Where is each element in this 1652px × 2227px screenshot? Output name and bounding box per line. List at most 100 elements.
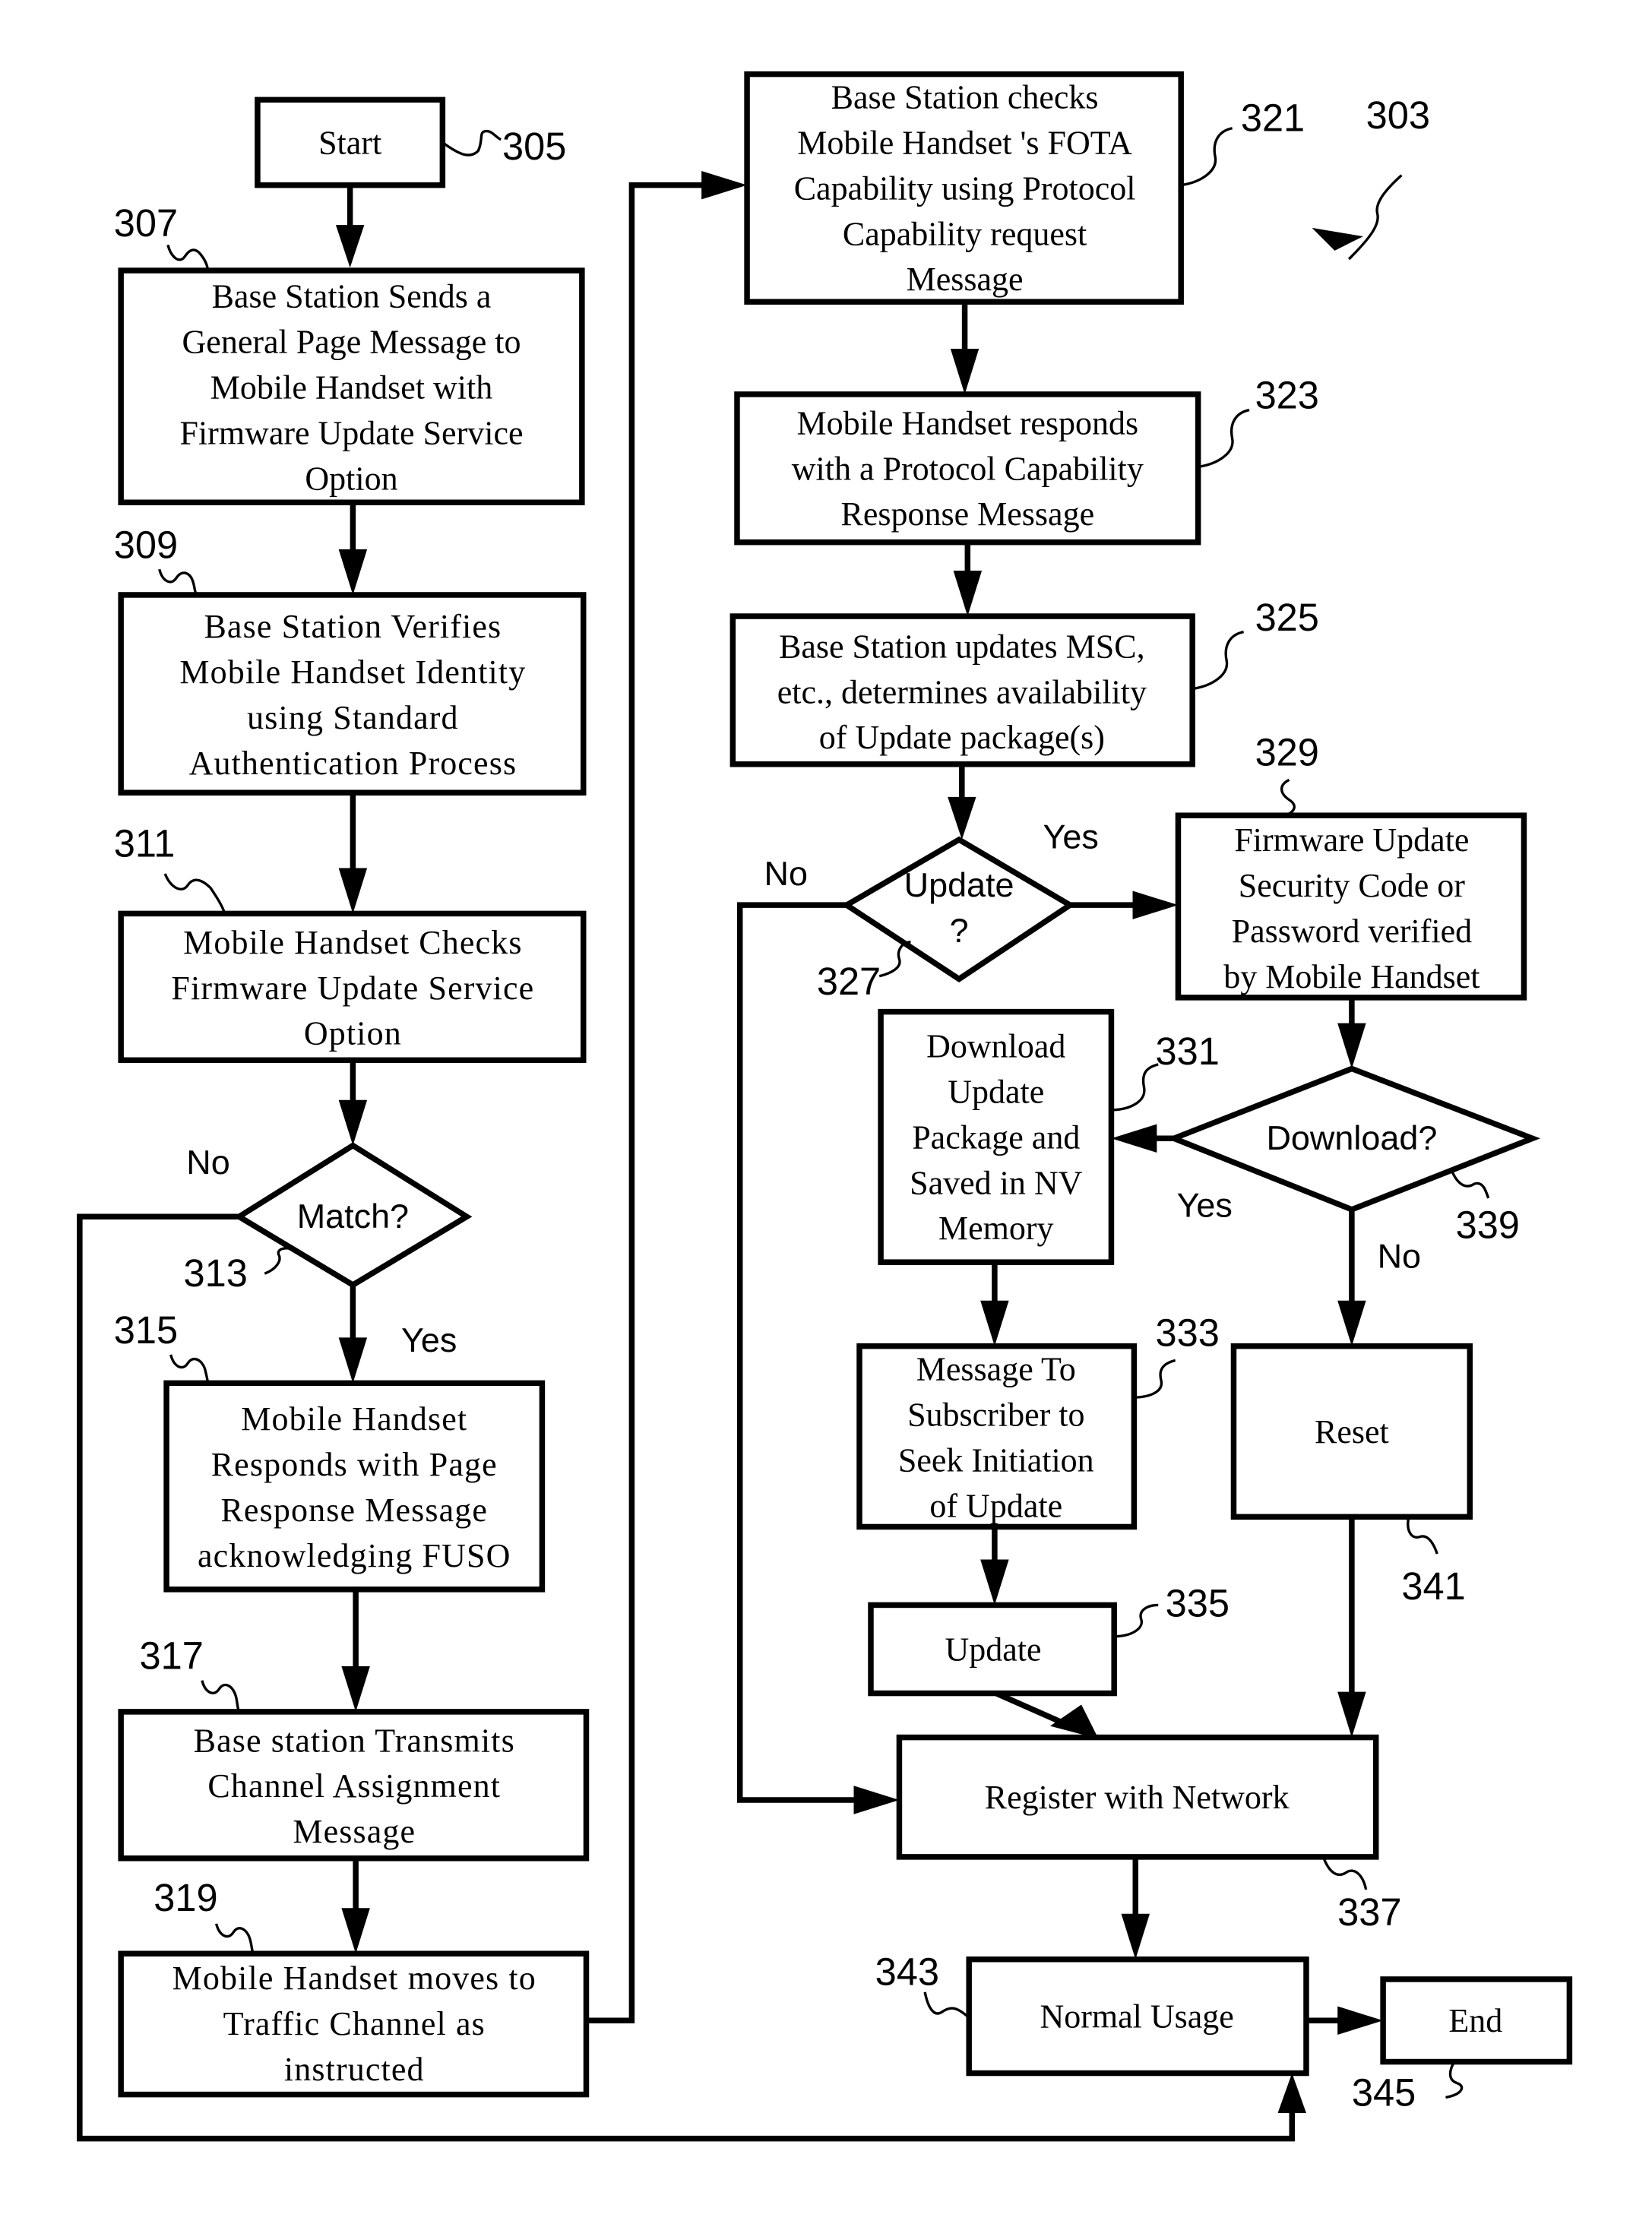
arrowhead-icon	[1121, 1913, 1150, 1960]
arrowhead-icon	[1277, 2073, 1306, 2113]
step-309-line: Base Station Verifies	[204, 608, 502, 645]
leader-307	[166, 244, 210, 271]
step-307-line: Option	[305, 460, 397, 497]
leader-331	[1111, 1063, 1159, 1112]
leader-305	[441, 129, 502, 157]
ref-325: 325	[1255, 596, 1319, 639]
step-321-line: Base Station checks	[831, 79, 1099, 116]
step-317-line: Base station Transmits	[194, 1722, 515, 1759]
arrowhead-icon	[953, 571, 983, 617]
ref-311: 311	[114, 822, 176, 865]
step-311-line: Mobile Handset Checks	[183, 924, 522, 961]
arrowhead-icon	[1337, 1691, 1366, 1738]
edge-update-no-register	[736, 902, 869, 1803]
leader-329	[1280, 778, 1296, 817]
step-329-line: Password verified	[1232, 913, 1472, 950]
match-yes-label: Yes	[401, 1321, 457, 1359]
step-323-line: Mobile Handset responds	[796, 404, 1138, 441]
ref-345: 345	[1352, 2071, 1416, 2115]
ref-307: 307	[114, 201, 178, 245]
step-331-line: Package and	[912, 1118, 1080, 1156]
step-323-line: Response Message	[841, 495, 1095, 533]
arrowhead-icon	[980, 1559, 1009, 1605]
leader-345	[1445, 2061, 1464, 2099]
step-321-line: Capability using Protocol	[794, 169, 1136, 207]
arrowhead-icon	[853, 1786, 900, 1814]
step-315-line: Responds with Page	[211, 1446, 498, 1483]
leader-323	[1198, 408, 1250, 469]
ref-323: 323	[1255, 374, 1319, 417]
leader-333	[1134, 1359, 1176, 1399]
ref-333: 333	[1155, 1311, 1219, 1355]
step-323-line: with a Protocol Capability	[792, 450, 1144, 487]
ref-319: 319	[153, 1876, 217, 1919]
arrowhead-icon	[338, 1099, 368, 1146]
update-no-label: No	[764, 854, 808, 893]
edge-319-321	[586, 182, 716, 2023]
step-315-line: Response Message	[220, 1492, 488, 1529]
arrowhead-icon	[335, 225, 365, 268]
ref-317: 317	[140, 1634, 204, 1678]
arrowhead-icon	[1049, 1704, 1099, 1739]
step-319-line: instructed	[284, 2051, 425, 2088]
ref-327: 327	[817, 960, 881, 1003]
ref-303: 303	[1366, 93, 1430, 137]
step-307-line: General Page Message to	[182, 324, 521, 361]
leader-319	[214, 1923, 255, 1954]
leader-315	[169, 1354, 210, 1384]
arrowhead-icon	[948, 796, 976, 840]
leader-309	[158, 568, 198, 596]
step-331-line: Memory	[938, 1210, 1054, 1247]
step-309-line: using Standard	[247, 699, 458, 736]
step-311-line: Option	[304, 1015, 402, 1052]
step-325-line: etc., determines availability	[777, 673, 1147, 710]
update-yes-label: Yes	[1043, 817, 1099, 856]
flowchart: Start Base Station Sends a General Page …	[77, 71, 1573, 2142]
arrowhead-icon	[980, 1300, 1009, 1346]
download-yes-label: Yes	[1177, 1185, 1233, 1224]
end-label: End	[1448, 2002, 1502, 2039]
arrowhead-icon	[338, 868, 368, 914]
step-307-line: Firmware Update Service	[179, 414, 523, 451]
arrowhead-icon	[1132, 890, 1179, 919]
ref-343: 343	[875, 1950, 939, 1993]
step-333-line: Subscriber to	[907, 1397, 1084, 1434]
ref-341: 341	[1401, 1564, 1465, 1608]
arrowhead-icon	[701, 170, 748, 200]
step-331-line: Update	[948, 1073, 1044, 1110]
leader-343	[923, 1991, 970, 2019]
step-321-line: Message	[907, 261, 1024, 298]
step-319-line: Mobile Handset moves to	[172, 1960, 536, 1997]
leader-337	[1321, 1856, 1368, 1890]
arrowhead-icon	[338, 1337, 368, 1384]
step-325-line: Base Station updates MSC,	[779, 628, 1145, 665]
step-329-line: by Mobile Handset	[1223, 958, 1480, 995]
step-307-line: Mobile Handset with	[210, 369, 493, 406]
step-335-label: Update	[945, 1631, 1041, 1668]
ref-305: 305	[502, 125, 566, 168]
step-307-line: Base Station Sends a	[212, 278, 492, 315]
arrowhead-icon	[950, 349, 979, 394]
update-decision-line: ?	[950, 911, 969, 950]
step-333-line: Message To	[916, 1351, 1076, 1388]
register-label: Register with Network	[985, 1779, 1290, 1816]
step-325-line: of Update package(s)	[819, 719, 1105, 756]
leader-311	[163, 873, 226, 914]
ref-335: 335	[1166, 1581, 1230, 1624]
ref-329: 329	[1255, 731, 1319, 774]
ref-337: 337	[1337, 1890, 1401, 1934]
step-311-line: Firmware Update Service	[171, 970, 534, 1007]
arrowhead-icon	[341, 1908, 370, 1954]
figure-pointer-arrowhead-icon	[1312, 227, 1363, 251]
update-decision	[841, 836, 1076, 983]
step-319-line: Traffic Channel as	[223, 2005, 486, 2042]
ref-313: 313	[184, 1251, 248, 1295]
step-321-line: Mobile Handset 's FOTA	[797, 124, 1132, 161]
leader-317	[201, 1680, 241, 1713]
arrowhead-icon	[1111, 1124, 1157, 1153]
arrowhead-icon	[1337, 2006, 1384, 2035]
step-333-line: of Update	[929, 1487, 1062, 1524]
reset-label: Reset	[1315, 1413, 1389, 1450]
step-315-line: Mobile Handset	[241, 1400, 467, 1438]
leader-339	[1450, 1169, 1490, 1199]
